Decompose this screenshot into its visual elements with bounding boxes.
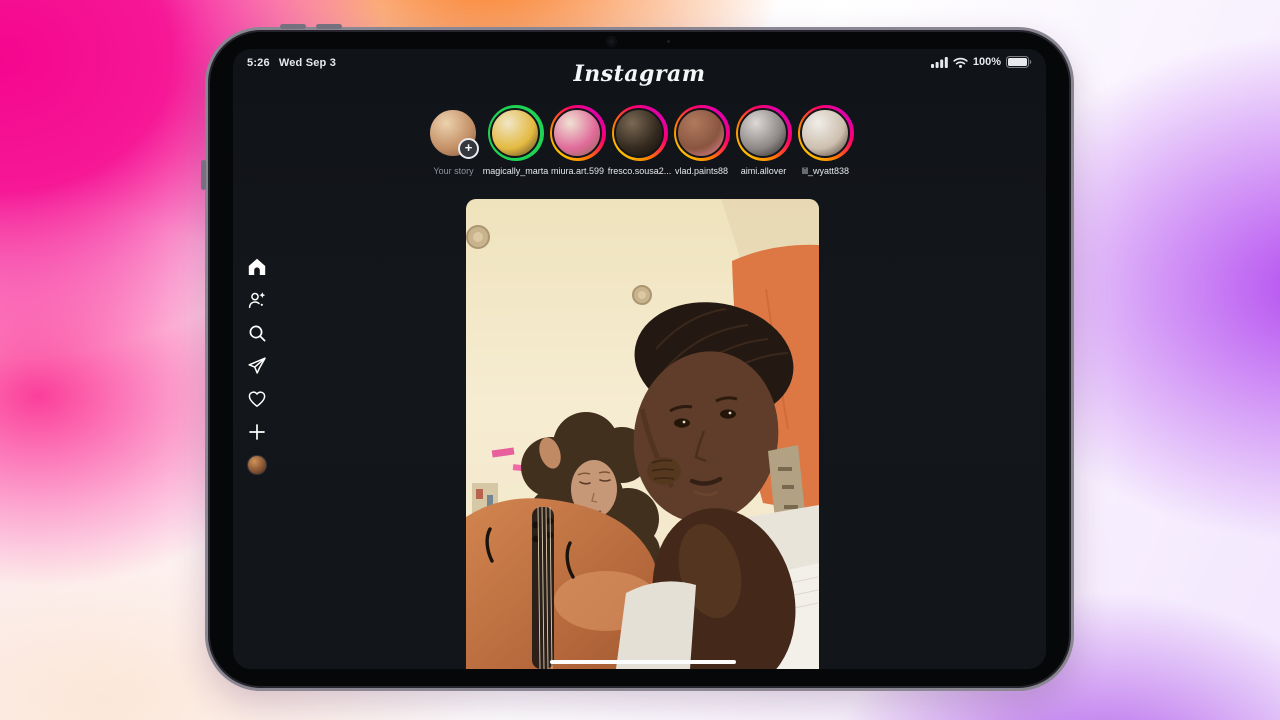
side-button [201,160,206,190]
instagram-logo: Instagram [233,61,1046,87]
story-ring: + [426,105,482,161]
story-avatar: + [490,108,540,158]
sidebar-item-profile[interactable] [246,455,268,475]
story-username: aimi.allover [741,166,787,176]
sidebar-item-create[interactable] [246,422,268,442]
story-avatar: + [738,108,788,158]
story-username: lil_wyatt838 [802,166,849,176]
heart-icon [247,389,267,409]
story-item[interactable]: + vlad.paints88 [671,105,733,176]
add-story-plus-icon[interactable]: + [458,138,479,159]
ambient-sensor [667,40,670,43]
story-username: Your story [433,166,473,176]
profile-avatar [248,456,266,474]
search-icon [247,323,267,343]
volume-up-button [280,24,306,29]
story-ring: + [674,105,730,161]
story-item[interactable]: + miura.art.599 [547,105,609,176]
story-username: miura.art.599 [551,166,604,176]
sidebar-item-home[interactable] [246,257,268,277]
story-item[interactable]: + aimi.allover [733,105,795,176]
story-item[interactable]: + magically_marta [485,105,547,176]
story-username: fresco.sousa2... [608,166,672,176]
post-photo-illustration [466,199,819,669]
story-avatar: + [800,108,850,158]
paper-plane-icon [247,356,267,376]
volume-down-button [316,24,342,29]
instagram-app-screen: 5:26 Wed Sep 3 100% [233,49,1046,669]
story-avatar: + [552,108,602,158]
story-ring: + [488,105,544,161]
story-avatar: + [614,108,664,158]
sidebar-item-notifications[interactable] [246,389,268,409]
story-item[interactable]: + Your story [423,105,485,176]
story-username: magically_marta [483,166,549,176]
desktop-wallpaper: 5:26 Wed Sep 3 100% [0,0,1280,720]
stories-tray: + Your story + magically_marta + miura.a… [233,105,1046,176]
story-ring: + [798,105,854,161]
sidebar-nav [246,257,268,475]
story-avatar: + [428,108,478,158]
story-ring: + [736,105,792,161]
home-indicator[interactable] [550,660,736,664]
story-item[interactable]: + fresco.sousa2... [609,105,671,176]
story-item[interactable]: + lil_wyatt838 [795,105,857,176]
story-avatar: + [676,108,726,158]
sidebar-item-search[interactable] [246,323,268,343]
ipad-frame: 5:26 Wed Sep 3 100% [205,27,1074,691]
front-camera [607,37,616,46]
feed-post-photo[interactable] [466,199,819,669]
sidebar-item-messages[interactable] [246,356,268,376]
plus-icon [247,422,267,442]
friends-icon [247,290,267,310]
sidebar-item-friends[interactable] [246,290,268,310]
story-username: vlad.paints88 [675,166,728,176]
home-icon [247,257,267,277]
story-ring: + [612,105,668,161]
story-ring: + [550,105,606,161]
